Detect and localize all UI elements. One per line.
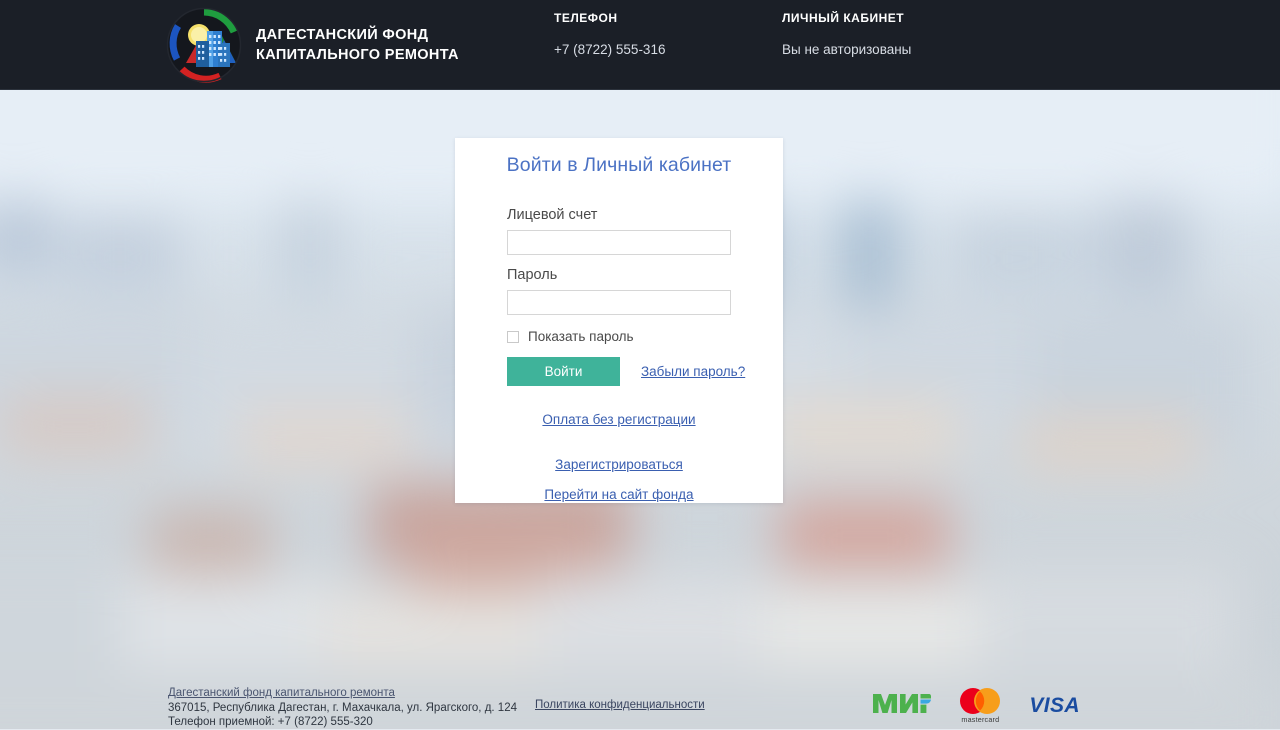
brand-logo-block[interactable]: ДАГЕСТАНСКИЙ ФОНД КАПИТАЛЬНОГО РЕМОНТА [166,7,459,83]
footer-reception-phone: Телефон приемной: +7 (8722) 555-320 [168,716,373,728]
header-phone-value[interactable]: +7 (8722) 555-316 [554,41,665,59]
footer-address: 367015, Республика Дагестан, г. Махачкал… [168,701,517,714]
show-password-label: Показать пароль [528,329,634,344]
mastercard-wordmark: mastercard [961,715,1000,724]
site-header: ДАГЕСТАНСКИЙ ФОНД КАПИТАЛЬНОГО РЕМОНТА Т… [0,0,1280,90]
fund-emblem-icon [166,7,242,83]
payment-logos: mastercard VISA [873,687,1080,724]
forgot-password-link[interactable]: Забыли пароль? [641,364,745,379]
account-input[interactable] [507,230,731,255]
header-phone-label: ТЕЛЕФОН [554,11,618,25]
show-password-row[interactable]: Показать пароль [507,329,783,344]
register-row: Зарегистрироваться [455,456,783,474]
go-to-site-link[interactable]: Перейти на сайт фонда [544,487,693,502]
brand-title-line1: ДАГЕСТАНСКИЙ ФОНД [256,27,429,43]
footer-organization-link[interactable]: Дагестанский фонд капитального ремонта [168,686,395,701]
privacy-policy-link[interactable]: Политика конфиденциальности [535,699,705,711]
mir-logo-icon [873,692,932,718]
mastercard-logo-icon: mastercard [953,687,1007,724]
login-title: Войти в Личный кабинет [506,154,732,176]
account-field-label: Лицевой счет [507,207,598,223]
account-field-block: Лицевой счет [507,206,731,255]
brand-title: ДАГЕСТАНСКИЙ ФОНД КАПИТАЛЬНОГО РЕМОНТА [256,25,459,65]
go-to-site-row: Перейти на сайт фонда [455,486,783,504]
pay-without-registration-link[interactable]: Оплата без регистрации [542,412,695,427]
visa-logo-icon: VISA [1029,693,1080,717]
header-account-status: Вы не авторизованы [782,42,912,57]
site-footer: Дагестанский фонд капитального ремонта 3… [0,683,1280,729]
password-field-label: Пароль [507,267,558,283]
pay-without-registration-row: Оплата без регистрации [455,411,783,429]
show-password-checkbox[interactable] [507,330,519,343]
brand-title-line2: КАПИТАЛЬНОГО РЕМОНТА [256,47,459,63]
register-link[interactable]: Зарегистрироваться [555,457,683,472]
password-input[interactable] [507,290,731,315]
header-account-label: ЛИЧНЫЙ КАБИНЕТ [782,11,905,25]
footer-contact-block: Дагестанский фонд капитального ремонта 3… [168,685,517,730]
header-account-block[interactable]: ЛИЧНЫЙ КАБИНЕТ Вы не авторизованы [782,9,911,59]
header-phone-block: ТЕЛЕФОН +7 (8722) 555-316 [554,9,665,59]
login-card: Войти в Личный кабинет Лицевой счет Паро… [455,138,783,503]
login-action-row: Войти Забыли пароль? [507,357,783,386]
login-submit-button[interactable]: Войти [507,357,620,386]
password-field-block: Пароль [507,266,731,315]
